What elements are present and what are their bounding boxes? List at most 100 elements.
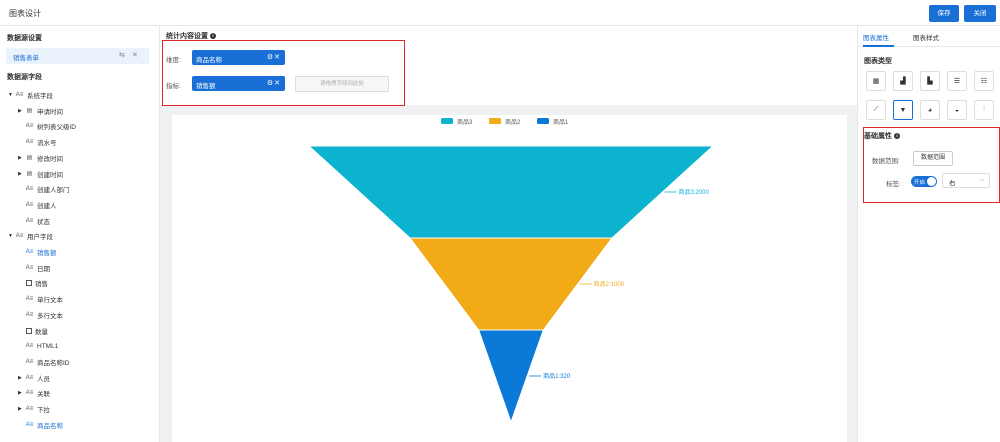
left-panel: 数据源设置 销售表单 ⇆ ✕ 数据源字段 ▼ A≡ 系统字段 ▶ ▤ 申请时间 A≡ 树列表父… [0,26,160,442]
field-label: 系统字段 [27,93,53,100]
datasource-item[interactable]: 销售表单 ⇆ ✕ [6,48,149,64]
field-label: 树列表父级ID [37,124,76,132]
field-item[interactable]: ▶ ▤ 创建时间 [18,168,63,180]
chevron-down-icon[interactable]: ▼ [8,233,15,239]
horizontal-bar-icon[interactable]: ☰ [947,71,967,91]
text-field-icon: A≡ [15,92,24,98]
date-field-icon: ▤ [26,108,33,115]
field-item[interactable]: 销售 [18,277,48,289]
page-title: 图表设计 [9,9,41,18]
field-label: 下拉 [37,407,50,414]
close-icon[interactable]: ✕ [132,51,138,59]
save-button[interactable]: 保存 [929,5,959,22]
tab-chart-properties[interactable]: 图表属性 [863,32,889,42]
field-label: 申请时间 [37,108,63,116]
legend-swatch [537,118,549,124]
horizontal-stacked-icon[interactable]: ☷ [974,71,994,91]
field-item[interactable]: A≡ 树列表父级ID [18,120,76,132]
text-field-icon: A≡ [15,233,24,240]
pie-chart-icon[interactable]: ◕ [920,100,940,120]
text-field-icon: A≡ [25,406,34,412]
line-chart-icon[interactable]: ⟋ [866,100,886,120]
number-field-icon [26,280,32,287]
chevron-right-icon[interactable]: ▶ [18,108,25,114]
datasource-section-title: 数据源设置 [7,35,42,42]
text-field-icon: A≡ [25,249,34,255]
chevron-right-icon[interactable]: ▶ [18,406,25,412]
text-field-icon: A≡ [25,201,34,208]
text-field-icon: A≡ [25,421,34,428]
legend-label: 商品1 [553,118,569,126]
field-label: HTML1 [37,342,59,350]
date-field-icon: ▤ [26,155,33,162]
close-button[interactable]: 关闭 [964,5,996,22]
field-item[interactable]: A≡ 商品名称ID [18,356,70,368]
field-item[interactable]: A≡ 多行文本 [18,309,63,321]
field-item[interactable]: A≡ 状态 [18,215,50,227]
legend-label: 商品2 [505,118,521,126]
active-tab-underline [863,45,894,47]
gauge-chart-icon[interactable]: ◒ [947,100,967,120]
indicator-card-icon[interactable]: ⫶ [974,100,994,120]
pivot-table-icon[interactable]: ▦ [866,71,886,91]
funnel-chart-icon[interactable]: ▼ [893,100,913,120]
field-label: 用户字段 [27,234,53,242]
text-field-icon: A≡ [25,217,34,224]
funnel-chart: 商品3 商品2 商品1 商品3:2000 商品2:1000 商品1:320 [307,118,715,424]
switch-datasource-icon[interactable]: ⇆ [119,51,125,59]
field-item[interactable]: A≡ 日期 [18,262,50,274]
field-item[interactable]: ▶ A≡ 关联 [18,387,50,399]
highlight-frame [162,40,405,106]
field-label: 商品名称 [37,422,63,430]
field-group-system[interactable]: ▼ A≡ 系统字段 [8,89,53,101]
bar-chart-icon[interactable]: ▟ [893,71,913,91]
chevron-down-icon[interactable]: ▼ [8,92,15,98]
right-panel: 图表属性 图表样式 图表类型 ▦ ▟ ▙ ☰ ☷ ⟋ ▼ ◕ ◒ ⫶ 基础属性 i… [857,26,1000,442]
text-field-icon: A≡ [25,390,34,397]
stacked-bar-icon[interactable]: ▙ [920,71,940,91]
field-item[interactable]: ▶ A≡ 下拉 [18,403,50,415]
datasource-name: 销售表单 [13,55,39,62]
field-item[interactable]: ▶ ▤ 修改时间 [18,152,63,164]
legend-label: 商品3 [457,118,473,126]
field-label: 日期 [37,265,50,273]
field-group-user[interactable]: ▼ A≡ 用户字段 [8,230,53,242]
chevron-right-icon[interactable]: ▶ [18,171,25,177]
fields-section-title: 数据源字段 [7,74,42,81]
field-label: 创建人 [37,202,57,210]
data-label: 商品2:1000 [594,280,625,288]
highlight-frame [863,127,1000,203]
text-field-icon: A≡ [25,186,34,193]
field-label: 销售 [35,281,48,289]
chevron-right-icon[interactable]: ▶ [18,155,25,161]
field-item[interactable]: A≡ 销售额 [18,246,57,258]
field-label: 商品名称ID [37,359,70,367]
number-field-icon [26,327,32,334]
field-label: 流水号 [37,140,57,148]
top-header: 图表设计 保存 关闭 [0,0,1000,26]
main-area: 统计内容设置 i 维度: 商品名称 ⚙✕ 指标: 销售额 ⚙✕ 请拖拽字段到此处 … [160,26,857,442]
text-field-icon: A≡ [25,311,34,318]
field-item[interactable]: A≡ HTML1 [18,340,59,352]
data-label: 商品1:320 [543,372,571,380]
field-item[interactable]: ▶ A≡ 人员 [18,372,50,384]
field-label: 人员 [37,375,50,383]
text-field-icon: A≡ [25,374,34,381]
field-label: 销售额 [37,250,57,257]
field-item[interactable]: A≡ 商品名称 [18,419,63,431]
chevron-right-icon[interactable]: ▶ [18,390,25,396]
text-field-icon: A≡ [25,139,34,146]
field-label: 多行文本 [37,312,63,320]
tab-chart-style[interactable]: 图表样式 [913,32,939,42]
field-item[interactable]: A≡ 创建人部门 [18,183,70,195]
text-field-icon: A≡ [25,123,34,130]
field-label: 单行文本 [37,297,63,305]
field-item[interactable]: 数量 [18,325,48,337]
field-item[interactable]: A≡ 单行文本 [18,293,63,305]
field-item[interactable]: A≡ 流水号 [18,136,57,148]
field-item[interactable]: A≡ 创建人 [18,199,57,211]
field-item[interactable]: ▶ ▤ 申请时间 [18,105,63,117]
chevron-right-icon[interactable]: ▶ [18,375,25,381]
text-field-icon: A≡ [25,358,34,365]
legend-swatch [441,118,453,124]
